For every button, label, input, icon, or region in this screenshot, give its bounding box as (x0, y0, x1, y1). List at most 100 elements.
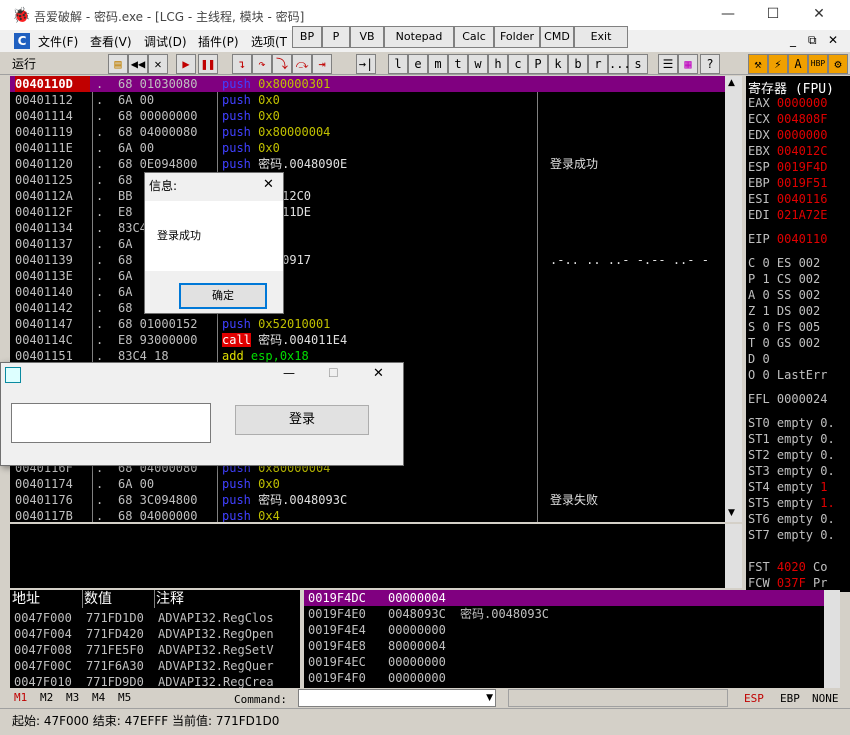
minimize-button[interactable]: — (720, 6, 736, 22)
window-patches-button[interactable]: P (528, 54, 548, 74)
plugin-notepad-button[interactable]: Notepad (384, 26, 454, 48)
mdi-minimize-button[interactable]: _ (790, 33, 796, 47)
plugin-bp-button[interactable]: BP (292, 26, 322, 48)
window-windows-button[interactable]: w (468, 54, 488, 74)
login-button[interactable]: 登录 (235, 405, 369, 435)
disasm-row[interactable]: 0040117B. 68 04000000 push 0x4 (10, 508, 725, 522)
disasm-row[interactable]: 00401120. 68 0E094800 push 密码.0048090E 登录成功 (10, 156, 725, 172)
plugin-tool-icon-2[interactable]: ⚡ (768, 54, 788, 74)
window-references-button[interactable]: r (588, 54, 608, 74)
stack-mode-esp[interactable]: ESP (744, 692, 764, 705)
mdi-close-button[interactable]: ✕ (828, 33, 838, 47)
step-over-icon[interactable]: ↷ (252, 54, 272, 74)
maximize-button[interactable]: ☐ (765, 6, 781, 22)
disasm-row[interactable]: 0040112F.E8密码.004011DE (10, 204, 725, 220)
ok-button[interactable]: 确定 (179, 283, 267, 309)
dump-tab-m1[interactable]: M1 (14, 691, 27, 704)
trace-into-icon[interactable]: ⤵ (272, 54, 292, 74)
rewind-icon[interactable]: ◀◀ (128, 54, 148, 74)
run-icon[interactable]: ▶ (176, 54, 196, 74)
login-maximize-button[interactable]: ☐ (328, 366, 339, 380)
plugin-p-button[interactable]: P (322, 26, 350, 48)
disasm-row[interactable]: 0040114C. E8 93000000 call 密码.004011E4 (10, 332, 725, 348)
window-breakpoints-button[interactable]: b (568, 54, 588, 74)
menu-view[interactable]: 查看(V) (90, 33, 132, 50)
disasm-row[interactable]: 00401140. 6A (10, 284, 725, 300)
stack-pane[interactable]: 0019F4DC 00000004 0019F4E0 0048093C 密码.00480… (304, 590, 824, 688)
window-memory-button[interactable]: m (428, 54, 448, 74)
disasm-row[interactable]: 00401174. 6A 00 push 0x0 (10, 476, 725, 492)
window-handles-button[interactable]: h (488, 54, 508, 74)
pause-icon[interactable]: ❚❚ (198, 54, 218, 74)
disasm-row[interactable]: 00401176. 68 3C094800 push 密码.0048093C 登录失败 (10, 492, 725, 508)
stack-row[interactable]: 0019F4E8 80000004 (304, 638, 824, 654)
disasm-row[interactable]: 0040110D. 68 01030080 push 0x80000301 (10, 76, 725, 92)
window-callstack-button[interactable]: k (548, 54, 568, 74)
stack-mode-ebp[interactable]: EBP (780, 692, 800, 705)
plugin-exit-button[interactable]: Exit (574, 26, 628, 48)
stack-row[interactable]: 0019F4E0 0048093C 密码.0048093C (304, 606, 824, 622)
command-dropdown-arrow-icon[interactable]: ▼ (486, 690, 493, 706)
scroll-up-arrow-icon[interactable]: ▲ (728, 78, 735, 88)
disassembly-scrollbar[interactable]: ▲ ▼ (725, 76, 742, 522)
mdi-restore-button[interactable]: ⧉ (808, 33, 817, 48)
disasm-row[interactable]: 00401114. 68 00000000 push 0x0 (10, 108, 725, 124)
dump-tab-m4[interactable]: M4 (92, 691, 105, 704)
disasm-row[interactable]: 00401147. 68 01000152 push 0x52010001 (10, 316, 725, 332)
disasm-row[interactable]: 00401119. 68 04000080 push 0x80000004 (10, 124, 725, 140)
disasm-row[interactable]: 00401137.6A0 (10, 236, 725, 252)
menu-file[interactable]: 文件(F) (38, 33, 78, 50)
hbp-icon[interactable]: HBP (808, 54, 828, 74)
password-input[interactable] (11, 403, 211, 443)
menu-debug[interactable]: 调试(D) (144, 33, 187, 50)
disasm-row[interactable]: 00401139.68密码.00480917.-.. .. ..- -.-- .… (10, 252, 725, 268)
dump-tab-m3[interactable]: M3 (66, 691, 79, 704)
appearance-icon[interactable]: ▦ (678, 54, 698, 74)
dump-tab-m5[interactable]: M5 (118, 691, 131, 704)
plugin-cmd-button[interactable]: CMD (540, 26, 574, 48)
dump-row[interactable]: 0047F004 771FD420 ADVAPI32.RegOpen (10, 626, 300, 642)
info-scrollbar[interactable] (725, 524, 742, 588)
message-dialog-close-button[interactable]: ✕ (263, 177, 274, 192)
window-source-button[interactable]: s (628, 54, 648, 74)
options-icon[interactable]: ☰ (658, 54, 678, 74)
plugin-vb-button[interactable]: VB (350, 26, 384, 48)
disasm-row[interactable]: 0040112A.BB密码.004012C0 (10, 188, 725, 204)
plugin-tool-icon-3[interactable]: A (788, 54, 808, 74)
disasm-row[interactable]: 00401142.6816010002 (10, 300, 725, 316)
window-modules-button[interactable]: e (408, 54, 428, 74)
close-button[interactable]: ✕ (811, 6, 827, 22)
dump-tab-m2[interactable]: M2 (40, 691, 53, 704)
window-log-button[interactable]: l (388, 54, 408, 74)
close-x-icon[interactable]: ✕ (148, 54, 168, 74)
login-minimize-button[interactable]: — (283, 366, 295, 380)
plugin-calc-button[interactable]: Calc (454, 26, 494, 48)
scroll-down-arrow-icon[interactable]: ▼ (728, 508, 735, 518)
registers-pane[interactable]: 寄存器 (FPU) EAX 0000000 ECX 004808F EDX 0000… (746, 76, 850, 592)
goto-icon[interactable]: →| (356, 54, 376, 74)
window-cpu-button[interactable]: c (508, 54, 528, 74)
stack-row[interactable]: 0019F4E4 00000000 (304, 622, 824, 638)
dump-row[interactable]: 0047F000 771FD1D0 ADVAPI32.RegClos (10, 610, 300, 626)
stack-mode-none[interactable]: NONE (812, 692, 839, 705)
stack-row[interactable]: 0019F4EC 00000000 (304, 654, 824, 670)
dump-row[interactable]: 0047F008 771FE5F0 ADVAPI32.RegSetV (10, 642, 300, 658)
open-icon[interactable]: ▤ (108, 54, 128, 74)
dump-row[interactable]: 0047F010 771FD9D0 ADVAPI32.RegCrea (10, 674, 300, 688)
dump-row[interactable]: 0047F00C 771F6A30 ADVAPI32.RegQuer (10, 658, 300, 674)
plugin-tool-icon-5[interactable]: ⚙ (828, 54, 848, 74)
step-into-icon[interactable]: ↴ (232, 54, 252, 74)
menu-options[interactable]: 选项(T (251, 33, 287, 50)
disasm-row[interactable]: 0040113E.6A1 (10, 268, 725, 284)
disasm-row[interactable]: 0040111E. 6A 00 push 0x0 (10, 140, 725, 156)
plugin-folder-button[interactable]: Folder (494, 26, 540, 48)
login-close-button[interactable]: ✕ (373, 366, 384, 381)
menu-plugins[interactable]: 插件(P) (198, 33, 239, 50)
dump-header-comment[interactable]: 注释 (156, 590, 300, 608)
plugin-tool-icon-1[interactable]: ⚒ (748, 54, 768, 74)
stack-scrollbar[interactable] (824, 590, 840, 688)
disasm-row[interactable]: 00401112. 6A 00 push 0x0 (10, 92, 725, 108)
disasm-row[interactable]: 00401134.83C40x34 (10, 220, 725, 236)
dump-header-address[interactable]: 地址 (12, 590, 83, 608)
dump-header-value[interactable]: 数值 (84, 590, 155, 608)
